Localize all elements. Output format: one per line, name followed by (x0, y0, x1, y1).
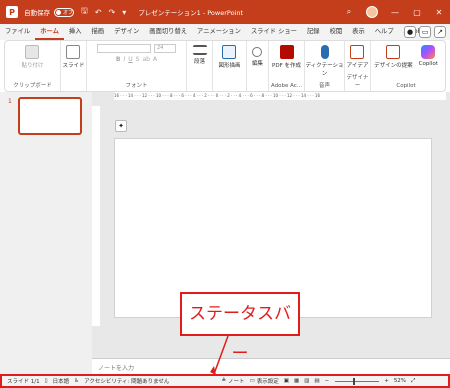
slide-counter: スライド 1/1 (7, 379, 40, 385)
accessibility-status[interactable]: アクセシビリティ: 問題ありません (84, 377, 169, 385)
zoom-out-icon[interactable]: − (325, 378, 330, 384)
zoom-level[interactable]: 52% (394, 378, 406, 384)
zoom-slider[interactable] (335, 377, 380, 385)
notes-icon[interactable]: ≜ (221, 378, 226, 384)
reading-view-icon[interactable]: ▥ (304, 378, 309, 384)
notes-button[interactable]: ノート (228, 377, 245, 385)
zoom-thumb[interactable] (353, 377, 356, 385)
slideshow-icon[interactable]: ▤ (314, 378, 319, 384)
status-bar: スライド 1/1 ▯ 日本語 ♿ アクセシビリティ: 問題ありません ≜ ノート… (0, 374, 450, 388)
callout-arrow (210, 335, 229, 375)
slide-sorter-icon[interactable]: ▦ (294, 378, 299, 384)
fit-slide-icon[interactable]: ⤢ (411, 378, 415, 385)
accessibility-icon[interactable]: ♿ (74, 378, 79, 384)
language-status[interactable]: 日本語 (53, 377, 70, 385)
zoom-in-icon[interactable]: + (384, 378, 389, 384)
display-settings-button[interactable]: 表示設定 (257, 377, 279, 385)
normal-view-icon[interactable]: ▣ (284, 378, 289, 384)
display-settings-icon[interactable]: ▭ (250, 378, 255, 384)
notes-book-icon[interactable]: ▯ (45, 378, 48, 384)
